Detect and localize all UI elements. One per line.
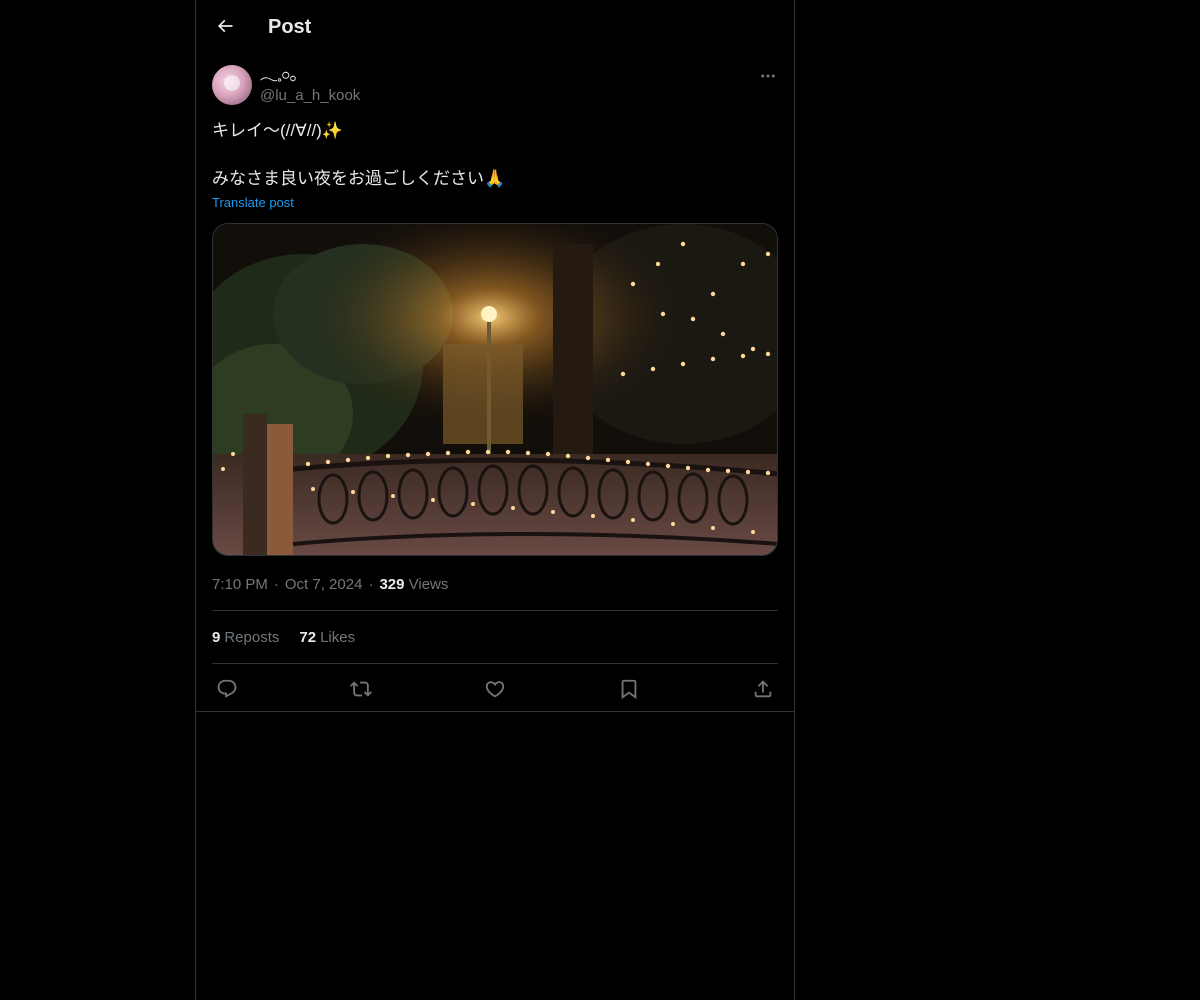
reposts-count: 9 [212,629,221,646]
meta-separator: · [273,576,279,593]
like-button[interactable] [480,674,510,704]
views-label: Views [408,576,449,593]
post-bottom-border [196,711,794,712]
share-button[interactable] [748,674,778,704]
share-icon [754,680,772,698]
page-title: Post [268,16,312,38]
reposts-stat[interactable]: 9 Reposts [212,628,279,648]
likes-count: 72 [299,629,317,646]
arrow-left-icon [217,19,233,33]
back-button[interactable] [208,9,242,43]
divider [212,663,778,664]
reposts-label: Reposts [224,629,280,646]
author-handle[interactable]: @lu_a_h_kook [260,86,360,106]
bookmark-icon [621,679,637,700]
avatar-highlight [224,75,240,91]
heart-icon [485,681,505,698]
post-time[interactable]: 7:10 PM [212,575,268,595]
post-meta: 7:10 PM · Oct 7, 2024 · 329 Views [212,575,448,595]
night-garden-photo [213,224,777,555]
reply-button[interactable] [212,674,242,704]
post-date[interactable]: Oct 7, 2024 [285,575,363,595]
author-display-name[interactable]: 𓂃𓈒𓏸𓂂 [260,66,296,86]
bookmark-button[interactable] [614,674,644,704]
more-horizontal-icon [761,74,775,78]
post-stats: 9 Reposts 72 Likes [212,628,355,648]
repost-button[interactable] [346,674,376,704]
action-bar [212,672,778,706]
meta-separator: · [368,576,374,593]
views-stat[interactable]: 329 Views [379,575,448,595]
likes-stat[interactable]: 72 Likes [299,628,355,648]
views-count: 329 [379,576,405,593]
repost-icon [350,681,372,697]
avatar[interactable] [212,65,252,105]
post-column: Post 𓂃𓈒𓏸𓂂 @lu_a_h_kook キレイ〜(//∀//)✨ みなさま… [195,0,795,1000]
more-options-button[interactable] [756,64,780,88]
translate-post-link[interactable]: Translate post [212,194,294,212]
page-header: Post [196,0,794,53]
likes-label: Likes [320,629,356,646]
post-text: キレイ〜(//∀//)✨ みなさま良い夜をお過ごしください🙏 [212,121,506,188]
divider [212,610,778,611]
reply-icon [217,679,237,698]
post-media-image[interactable] [212,223,778,556]
